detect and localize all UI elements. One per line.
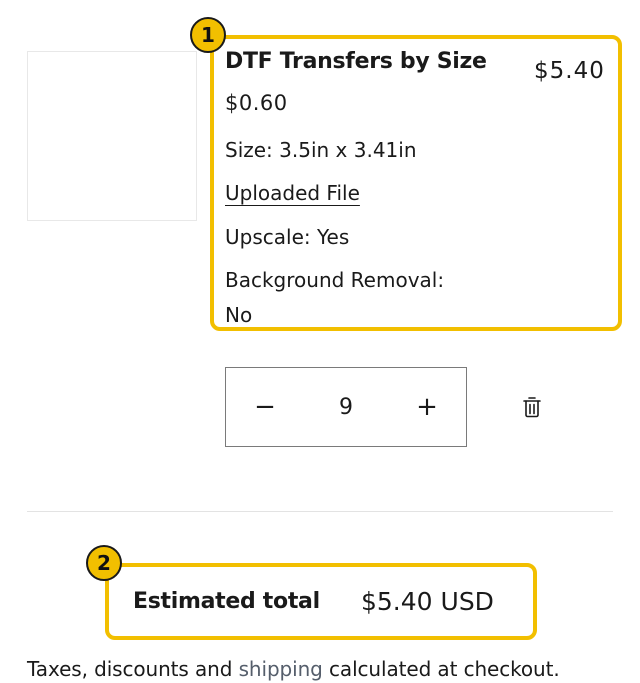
unit-price: $0.60	[225, 91, 288, 115]
product-thumbnail[interactable]	[27, 51, 197, 221]
option-upscale: Upscale: Yes	[225, 225, 350, 249]
annotation-badge-1: 1	[190, 17, 226, 53]
option-background-removal-label: Background Removal:	[225, 268, 445, 292]
taxes-note-prefix: Taxes, discounts and	[27, 657, 239, 681]
annotation-badge-2: 2	[86, 545, 122, 581]
option-background-removal-value: No	[225, 303, 253, 327]
estimated-total-label: Estimated total	[133, 589, 320, 614]
taxes-note: Taxes, discounts and shipping calculated…	[27, 657, 560, 681]
remove-item-button[interactable]	[518, 393, 546, 421]
divider	[27, 511, 613, 512]
decrease-quantity-button[interactable]: −	[230, 368, 300, 446]
increase-quantity-button[interactable]: +	[392, 368, 462, 446]
quantity-stepper: − 9 +	[225, 367, 467, 447]
taxes-note-suffix: calculated at checkout.	[322, 657, 560, 681]
estimated-total-value: $5.40 USD	[361, 587, 494, 616]
quantity-input[interactable]: 9	[296, 368, 396, 446]
product-title[interactable]: DTF Transfers by Size	[225, 49, 487, 74]
uploaded-file-link[interactable]: Uploaded File	[225, 181, 360, 205]
line-item-price: $5.40	[534, 58, 605, 84]
shipping-link[interactable]: shipping	[239, 657, 323, 681]
trash-icon	[523, 397, 541, 418]
option-size: Size: 3.5in x 3.41in	[225, 138, 417, 162]
